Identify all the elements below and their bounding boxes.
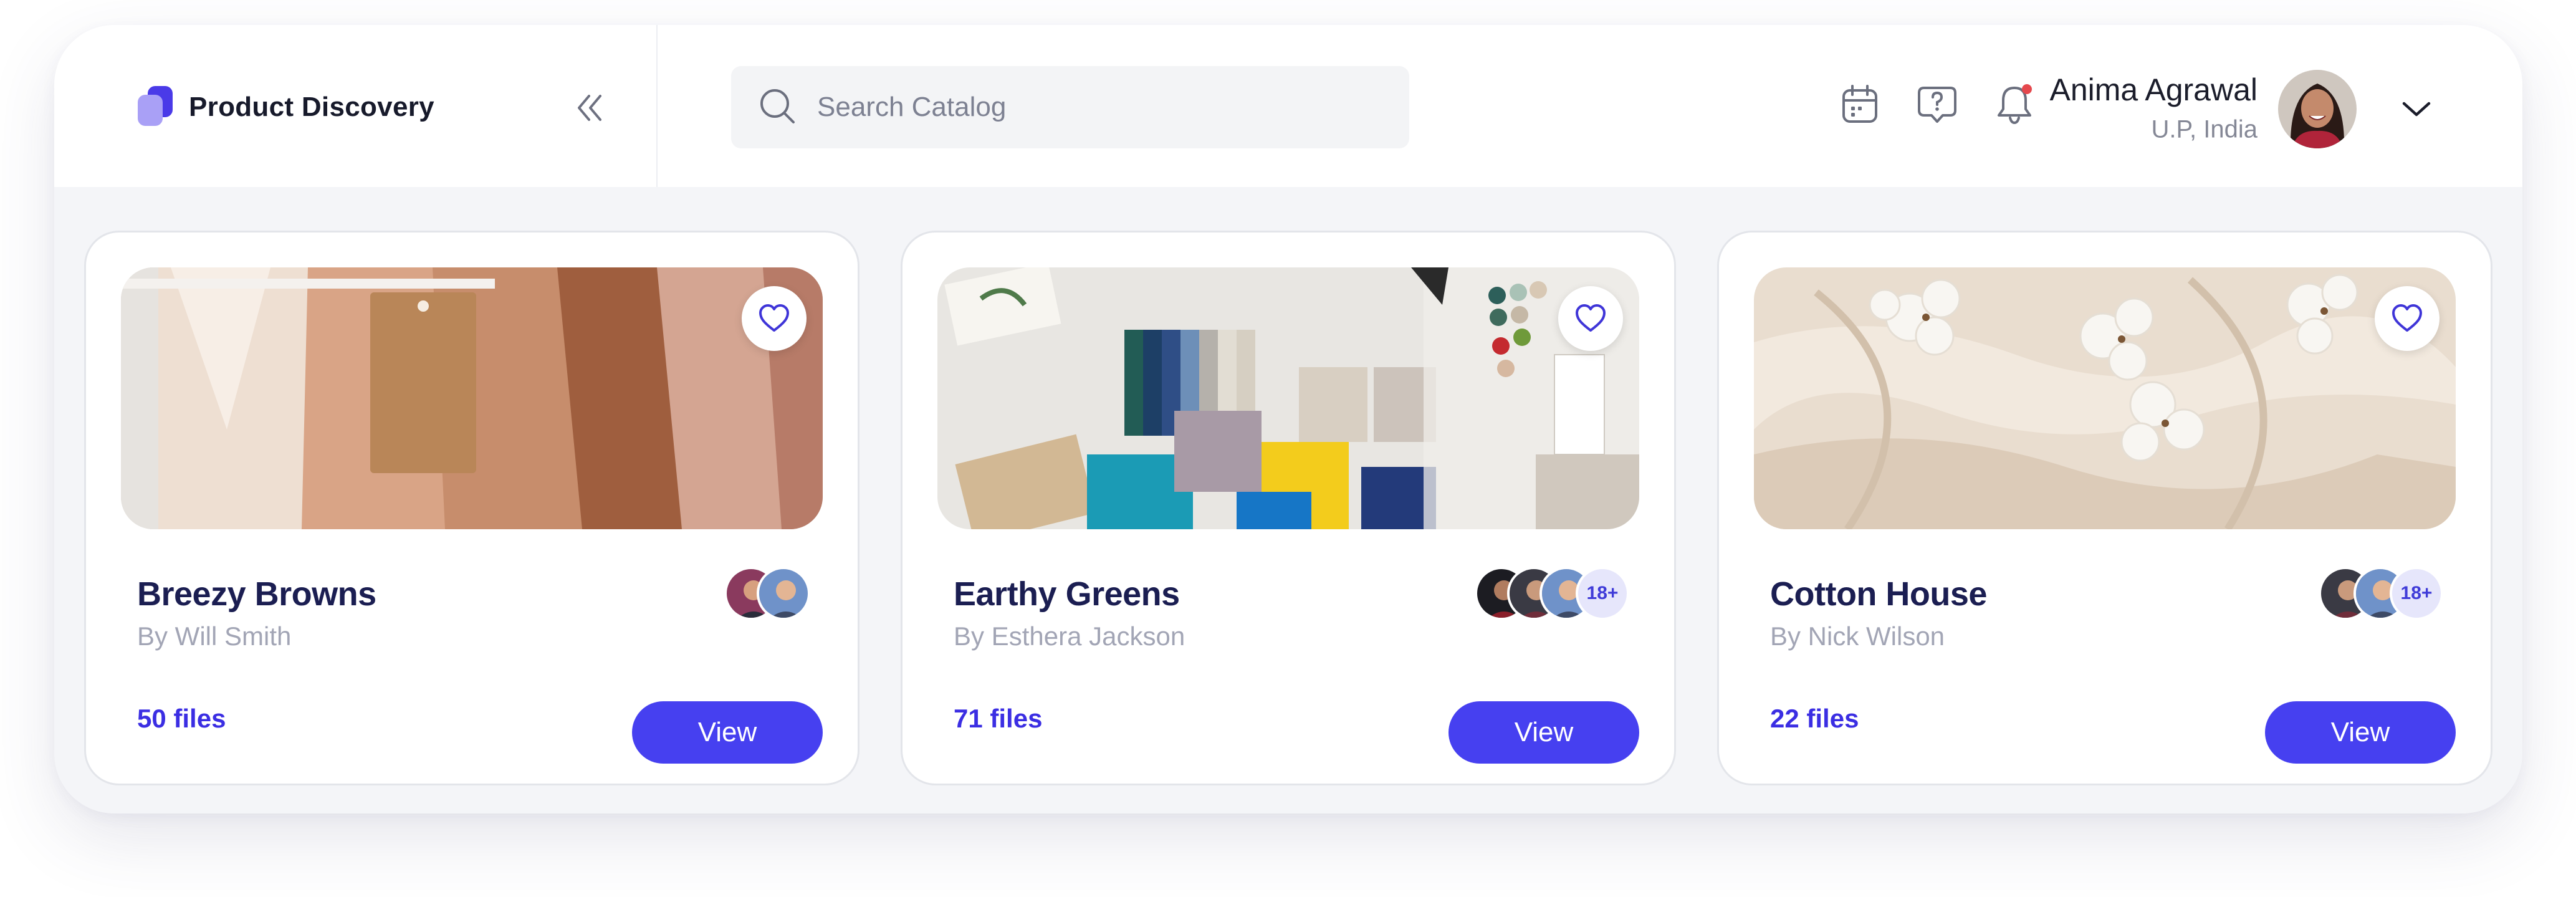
notification-dot xyxy=(2022,84,2032,94)
double-chevron-left-icon[interactable] xyxy=(572,90,608,126)
heart-icon xyxy=(1576,304,1606,332)
catalog-card: Cotton House By Nick Wilson 18+ 22 files… xyxy=(1717,231,2492,785)
brand-area: Product Discovery xyxy=(54,25,658,187)
help-icon[interactable] xyxy=(1915,83,1959,127)
favorite-button[interactable] xyxy=(742,286,807,351)
favorite-button[interactable] xyxy=(2375,286,2440,351)
pages-icon xyxy=(138,86,173,126)
app-window: Product Discovery Search Catalog Anima A… xyxy=(54,25,2522,813)
file-count: 50 files xyxy=(137,704,226,733)
member-avatars: 18+ xyxy=(2319,567,2456,621)
member-avatars: 18+ xyxy=(1475,567,1643,621)
brand-title: Product Discovery xyxy=(189,92,434,122)
member-avatars xyxy=(724,567,824,621)
catalog-card: Earthy Greens By Esthera Jackson 18+ 71 … xyxy=(901,231,1676,785)
card-image xyxy=(1754,267,2456,529)
avatar[interactable] xyxy=(2278,70,2357,148)
search-icon xyxy=(760,89,795,123)
user-name: Anima Agrawal xyxy=(2049,72,2258,107)
card-title: Breezy Browns xyxy=(137,575,376,613)
more-members-badge[interactable]: 18+ xyxy=(1576,567,1629,620)
view-button[interactable]: View xyxy=(1448,701,1639,764)
favorite-button[interactable] xyxy=(1558,286,1623,351)
file-count: 71 files xyxy=(954,704,1043,733)
file-count: 22 files xyxy=(1770,704,1859,733)
card-author: By Will Smith xyxy=(137,621,292,651)
view-button[interactable]: View xyxy=(2265,701,2456,764)
bell-icon[interactable] xyxy=(1993,83,2036,127)
view-button[interactable]: View xyxy=(632,701,823,764)
card-author: By Esthera Jackson xyxy=(954,621,1185,651)
heart-icon xyxy=(759,304,789,332)
card-title: Earthy Greens xyxy=(954,575,1180,613)
card-image xyxy=(121,267,823,529)
user-location: U.P, India xyxy=(2151,115,2258,143)
heart-icon xyxy=(2392,304,2422,332)
card-author: By Nick Wilson xyxy=(1770,621,1945,651)
card-image xyxy=(937,267,1639,529)
chevron-down-icon[interactable] xyxy=(2398,94,2435,125)
avatar xyxy=(757,567,810,620)
calendar-icon[interactable] xyxy=(1838,83,1882,127)
catalog-card: Breezy Browns By Will Smith 50 files Vie… xyxy=(84,231,859,785)
search-input[interactable] xyxy=(817,66,1391,148)
more-members-badge[interactable]: 18+ xyxy=(2390,567,2443,620)
top-header: Product Discovery Search Catalog Anima A… xyxy=(54,25,2522,187)
card-title: Cotton House xyxy=(1770,575,1987,613)
search-box xyxy=(731,66,1409,148)
